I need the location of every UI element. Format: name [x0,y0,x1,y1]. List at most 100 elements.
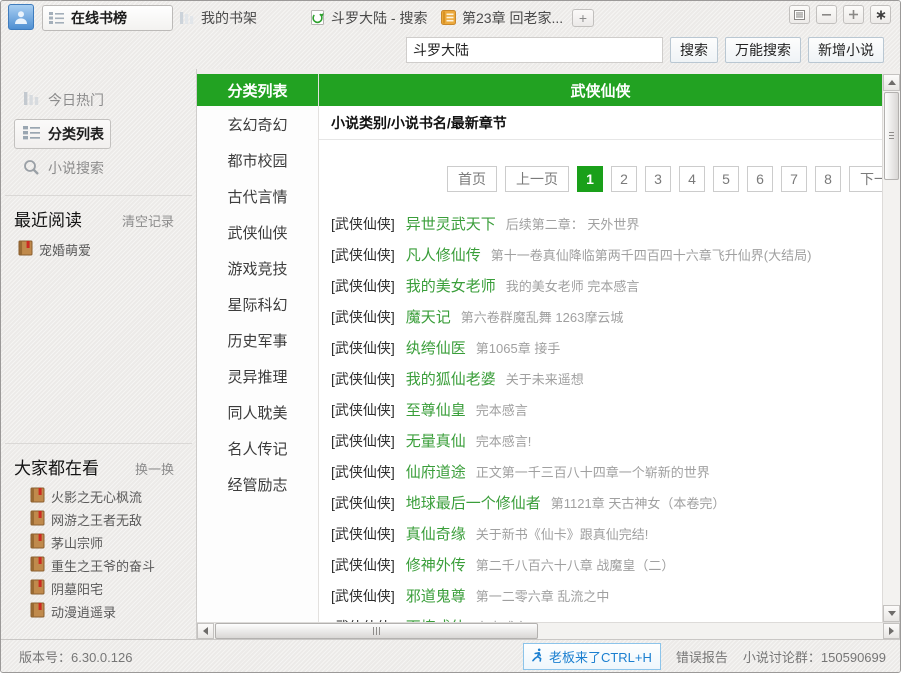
category-item[interactable]: 古代言情 [197,178,318,214]
refresh-list-link[interactable]: 换一换 [135,459,174,478]
tab-chapter[interactable]: 第23章 回老家... [435,5,566,31]
novel-category: [武侠仙侠] [331,245,395,265]
everyone-book-item[interactable]: 火影之无心枫流 [1,485,196,508]
novel-row[interactable]: [武侠仙侠]邪道鬼尊第一二零六章 乱流之中 [319,580,882,611]
book-title: 阴墓阳宅 [51,579,103,598]
recent-book-item[interactable]: 宠婚萌爱 [1,237,196,261]
novel-row[interactable]: [武侠仙侠]凡人修仙传第十一卷真仙降临第两千四百四十六章飞升仙界(大结局) [319,239,882,270]
novel-row[interactable]: [武侠仙侠]地球最后一个修仙者第1121章 天古神女（本卷完） [319,487,882,518]
novel-category: [武侠仙侠] [331,214,395,234]
scroll-right-button[interactable] [883,623,900,639]
novel-title-link[interactable]: 纨绔仙医 [406,337,466,358]
novel-row[interactable]: [武侠仙侠]百炼成仙完本感言 [319,611,882,622]
novel-row[interactable]: [武侠仙侠]异世灵武天下后续第二章： 天外世界 [319,208,882,239]
tab-online-ranking[interactable]: 在线书榜 [42,5,173,31]
category-item[interactable]: 名人传记 [197,430,318,466]
novel-title-link[interactable]: 邪道鬼尊 [406,585,466,606]
vertical-scroll-thumb[interactable] [884,92,899,180]
novel-row[interactable]: [武侠仙侠]无量真仙完本感言! [319,425,882,456]
novel-title-link[interactable]: 凡人修仙传 [406,244,481,265]
novel-title-link[interactable]: 仙府道途 [406,461,466,482]
novel-row[interactable]: [武侠仙侠]我的狐仙老婆关于未来遥想 [319,363,882,394]
error-report-link[interactable]: 错误报告 [676,647,728,666]
category-item[interactable]: 经管励志 [197,466,318,502]
category-item[interactable]: 历史军事 [197,322,318,358]
everyone-book-item[interactable]: 重生之王爷的奋斗 [1,554,196,577]
new-tab-button[interactable]: + [572,9,594,27]
novel-title-link[interactable]: 无量真仙 [406,430,466,451]
scroll-down-button[interactable] [883,605,900,622]
novel-row[interactable]: [武侠仙侠]至尊仙皇完本感言 [319,394,882,425]
page-button-1[interactable]: 1 [577,166,603,192]
everyone-book-item[interactable]: 动漫逍遥录 [1,600,196,623]
add-novel-button[interactable]: 新增小说 [808,37,884,63]
novel-title-link[interactable]: 魔天记 [406,306,451,327]
scroll-track[interactable] [883,180,900,605]
everyone-book-item[interactable]: 茅山宗师 [1,531,196,554]
category-item[interactable]: 玄幻奇幻 [197,106,318,142]
scroll-up-button[interactable] [883,74,900,91]
novel-row[interactable]: [武侠仙侠]仙府道途正文第一千三百八十四章一个崭新的世界 [319,456,882,487]
category-item[interactable]: 同人耽美 [197,394,318,430]
scroll-track[interactable] [538,623,883,639]
page-button-4[interactable]: 4 [679,166,705,192]
novel-category: [武侠仙侠] [331,276,395,296]
page-button-8[interactable]: 8 [815,166,841,192]
tab-my-shelf[interactable]: 我的书架 [173,5,304,31]
novel-title-link[interactable]: 真仙奇缘 [406,523,466,544]
user-avatar[interactable] [8,4,34,30]
novel-title-link[interactable]: 异世灵武天下 [406,213,496,234]
novel-row[interactable]: [武侠仙侠]我的美女老师我的美女老师 完本感言 [319,270,882,301]
next-page-button[interactable]: 下一页 [849,166,882,192]
sidebar-item-novel-search[interactable]: 小说搜索 [1,153,196,183]
novel-row[interactable]: [武侠仙侠]修神外传第二千八百六十八章 战魔皇（二） [319,549,882,580]
arrow-right-icon [889,627,894,635]
novel-title-link[interactable]: 我的狐仙老婆 [406,368,496,389]
category-item[interactable]: 星际科幻 [197,286,318,322]
main-area: 今日热门 分类列表 小说搜索 最近阅读 [1,69,900,639]
tab-label: 第23章 回老家... [462,8,563,28]
novel-title-link[interactable]: 我的美女老师 [406,275,496,296]
page-button-6[interactable]: 6 [747,166,773,192]
boss-key-button[interactable]: 老板来了CTRL+H [523,643,661,670]
category-item[interactable]: 都市校园 [197,142,318,178]
page-button-3[interactable]: 3 [645,166,671,192]
book-icon [30,533,45,552]
novel-title-link[interactable]: 至尊仙皇 [406,399,466,420]
horizontal-scroll-thumb[interactable] [215,623,538,639]
page-button-5[interactable]: 5 [713,166,739,192]
sidebar-item-label: 小说搜索 [48,158,104,178]
category-item[interactable]: 游戏竞技 [197,250,318,286]
sidebar-item-today-hot[interactable]: 今日热门 [1,85,196,115]
maximize-icon[interactable] [843,5,864,24]
search-button[interactable]: 搜索 [670,37,718,63]
sidebar-item-category-list[interactable]: 分类列表 [14,119,111,149]
novel-title-link[interactable]: 地球最后一个修仙者 [406,492,541,513]
horizontal-scrollbar[interactable] [197,622,900,639]
clear-records-link[interactable]: 清空记录 [122,211,174,230]
bars-icon [23,91,40,109]
prev-page-button[interactable]: 上一页 [505,166,569,192]
tab-search-page[interactable]: 斗罗大陆 - 搜索 [304,5,435,31]
novel-title-link[interactable]: 修神外传 [406,554,466,575]
novel-row[interactable]: [武侠仙侠]真仙奇缘关于新书《仙卡》跟真仙完结! [319,518,882,549]
category-item[interactable]: 灵异推理 [197,358,318,394]
novel-category: [武侠仙侠] [331,586,395,606]
scroll-left-button[interactable] [197,623,214,639]
skin-icon[interactable] [789,5,810,24]
book-icon [30,510,45,529]
search-input[interactable] [406,37,663,63]
page-button-7[interactable]: 7 [781,166,807,192]
search-icon [23,159,40,178]
everyone-book-item[interactable]: 阴墓阳宅 [1,577,196,600]
minimize-icon[interactable] [816,5,837,24]
everyone-book-item[interactable]: 网游之王者无敌 [1,508,196,531]
close-icon[interactable] [870,5,891,24]
universal-search-button[interactable]: 万能搜索 [725,37,801,63]
novel-row[interactable]: [武侠仙侠]纨绔仙医第1065章 接手 [319,332,882,363]
page-button-2[interactable]: 2 [611,166,637,192]
novel-row[interactable]: [武侠仙侠]魔天记第六卷群魔乱舞 1263摩云城 [319,301,882,332]
category-item[interactable]: 武侠仙侠 [197,214,318,250]
first-page-button[interactable]: 首页 [447,166,497,192]
vertical-scrollbar[interactable] [882,74,900,622]
